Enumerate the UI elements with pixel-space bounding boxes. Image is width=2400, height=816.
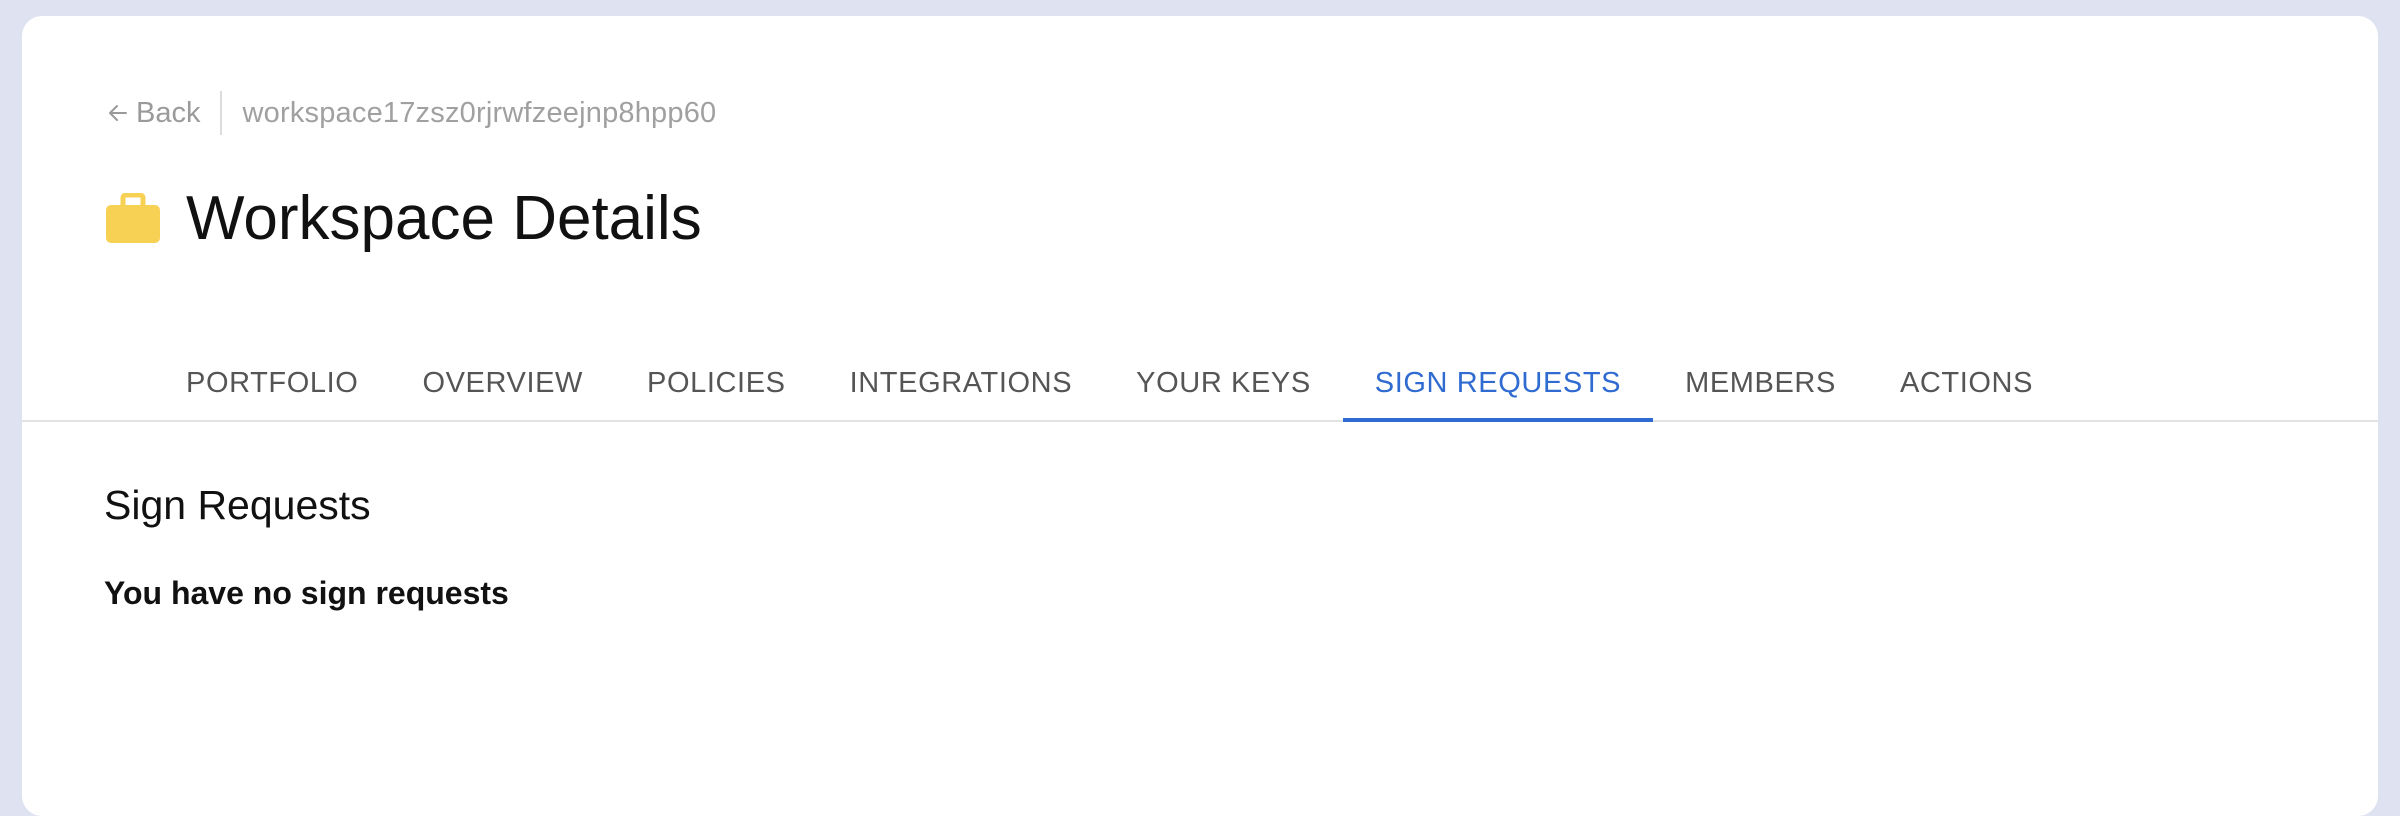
back-label: Back [136, 96, 201, 129]
tab-policies[interactable]: POLICIES [615, 346, 818, 420]
briefcase-icon [106, 193, 160, 243]
tab-actions[interactable]: ACTIONS [1868, 346, 2065, 420]
empty-state-message: You have no sign requests [104, 575, 509, 611]
tab-overview[interactable]: OVERVIEW [390, 346, 615, 420]
tab-portfolio[interactable]: PORTFOLIO [154, 346, 390, 420]
workspace-card: Back workspace17zsz0rjrwfzeejnp8hpp60 Wo… [22, 16, 2378, 816]
tab-bar: PORTFOLIO OVERVIEW POLICIES INTEGRATIONS… [22, 346, 2378, 422]
tab-integrations[interactable]: INTEGRATIONS [818, 346, 1105, 420]
tab-your-keys[interactable]: YOUR KEYS [1104, 346, 1343, 420]
workspace-id: workspace17zsz0rjrwfzeejnp8hpp60 [242, 96, 717, 129]
page-header: Workspace Details [106, 182, 702, 254]
arrow-left-icon [109, 105, 127, 121]
back-button[interactable]: Back [106, 97, 220, 130]
breadcrumb: Back workspace17zsz0rjrwfzeejnp8hpp60 [106, 88, 716, 138]
tab-sign-requests[interactable]: SIGN REQUESTS [1342, 346, 1654, 422]
tab-members[interactable]: MEMBERS [1653, 346, 1868, 420]
section-title: Sign Requests [104, 482, 371, 528]
page-title: Workspace Details [186, 183, 702, 253]
